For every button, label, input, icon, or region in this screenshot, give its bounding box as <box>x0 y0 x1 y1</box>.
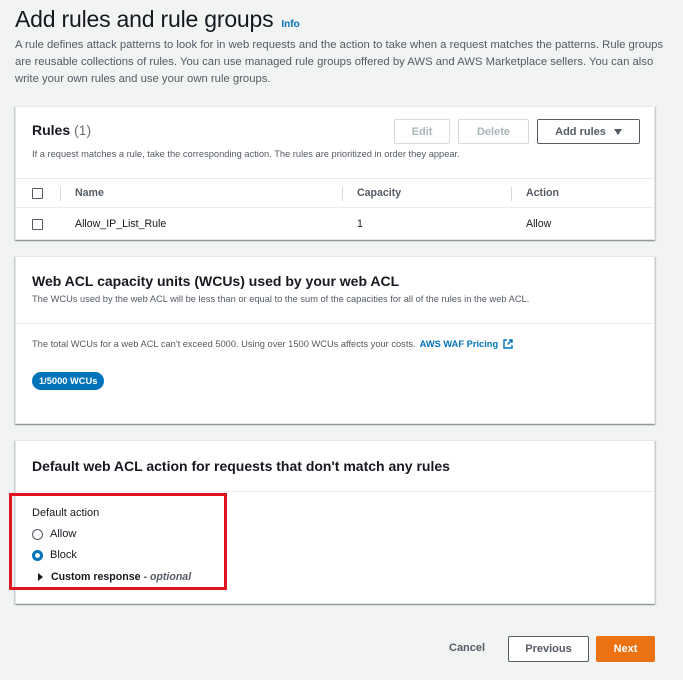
divider <box>16 323 654 324</box>
caret-down-icon <box>613 128 622 135</box>
rules-panel-title: Rules (1) <box>32 122 91 138</box>
wcu-note: The total WCUs for a web ACL can't excee… <box>32 339 513 349</box>
cancel-button[interactable]: Cancel <box>449 642 485 654</box>
page-header: Add rules and rule groups Info <box>15 6 300 33</box>
wcu-subtitle: The WCUs used by the web ACL will be les… <box>32 294 530 304</box>
wcu-panel-title: Web ACL capacity units (WCUs) used by yo… <box>32 273 400 289</box>
add-rules-button[interactable]: Add rules <box>537 119 640 144</box>
external-link-icon <box>503 339 513 349</box>
column-header-capacity[interactable]: Capacity <box>357 179 401 207</box>
column-separator <box>342 187 343 201</box>
info-link[interactable]: Info <box>281 19 299 30</box>
delete-button[interactable]: Delete <box>458 119 529 144</box>
rules-table-header: Name Capacity Action <box>16 178 654 208</box>
column-header-action[interactable]: Action <box>526 179 559 207</box>
wcu-badge: 1/5000 WCUs <box>32 372 105 390</box>
select-all-checkbox[interactable] <box>32 187 43 199</box>
rules-count: (1) <box>74 122 92 138</box>
rule-capacity: 1 <box>357 218 363 230</box>
rules-title-text: Rules <box>32 122 71 138</box>
rules-panel: Rules (1) If a request matches a rule, t… <box>15 106 655 240</box>
previous-button[interactable]: Previous <box>508 636 589 662</box>
rule-name: Allow_IP_List_Rule <box>75 218 167 230</box>
page-title: Add rules and rule groups <box>15 6 274 32</box>
default-action-title: Default web ACL action for requests that… <box>32 458 450 474</box>
divider <box>16 491 654 492</box>
wcu-note-text: The total WCUs for a web ACL can't excee… <box>32 339 416 349</box>
column-separator <box>511 187 512 201</box>
page-description: A rule defines attack patterns to look f… <box>15 39 664 85</box>
rules-subtitle: If a request matches a rule, take the co… <box>32 149 460 159</box>
column-header-name[interactable]: Name <box>75 179 104 207</box>
next-button[interactable]: Next <box>596 636 655 662</box>
rule-action: Allow <box>526 218 552 230</box>
edit-button[interactable]: Edit <box>394 119 450 144</box>
column-separator <box>60 187 61 201</box>
page: Add rules and rule groups Info A rule de… <box>0 0 683 680</box>
highlight-box <box>9 493 227 590</box>
header-checkbox-cell <box>16 179 56 207</box>
row-checkbox[interactable] <box>32 218 43 230</box>
row-checkbox-cell <box>16 208 56 240</box>
wcu-panel: Web ACL capacity units (WCUs) used by yo… <box>15 256 655 424</box>
table-row[interactable]: Allow_IP_List_Rule 1 Allow <box>16 208 654 240</box>
waf-pricing-link[interactable]: AWS WAF Pricing <box>420 339 499 349</box>
add-rules-label: Add rules <box>555 125 606 138</box>
